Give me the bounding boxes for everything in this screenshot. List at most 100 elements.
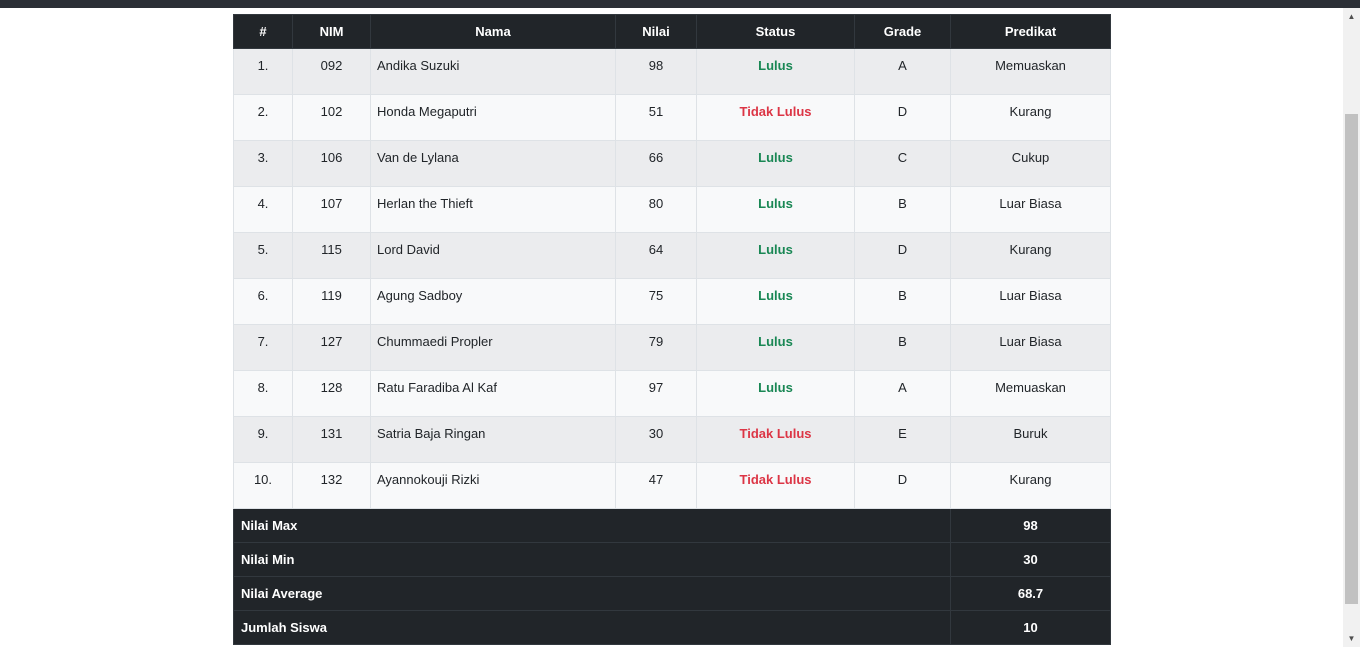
summary-label: Nilai Average [233, 576, 951, 611]
cell-nim: 131 [292, 416, 371, 463]
cell-nim: 115 [292, 232, 371, 279]
status-badge: Lulus [758, 150, 793, 165]
status-badge: Tidak Lulus [739, 104, 812, 119]
cell-nim: 106 [292, 140, 371, 187]
page-content: # NIM Nama Nilai Status Grade Predikat 1… [0, 8, 1343, 647]
summary-section: Nilai Max 98 Nilai Min 30 Nilai Average 68.7 J… [233, 508, 1111, 645]
status-badge: Tidak Lulus [739, 472, 812, 487]
cell-nama: Lord David [370, 232, 616, 279]
cell-number: 2. [233, 94, 293, 141]
cell-status: Lulus [696, 370, 855, 417]
browser-top-bar [0, 0, 1360, 8]
summary-value: 68.7 [950, 576, 1111, 611]
cell-nim: 127 [292, 324, 371, 371]
cell-grade: B [854, 324, 951, 371]
table-row: 7. 127 Chummaedi Propler 79 Lulus B Luar Biasa [233, 324, 1111, 371]
cell-predikat: Kurang [950, 232, 1111, 279]
summary-value: 10 [950, 610, 1111, 645]
cell-status: Tidak Lulus [696, 94, 855, 141]
cell-nilai: 97 [615, 370, 697, 417]
scroll-down-arrow-icon[interactable]: ▼ [1343, 630, 1360, 647]
status-badge: Tidak Lulus [739, 426, 812, 441]
cell-predikat: Memuaskan [950, 48, 1111, 95]
vertical-scrollbar[interactable]: ▲ ▼ [1343, 8, 1360, 647]
status-badge: Lulus [758, 334, 793, 349]
table-row: 1. 092 Andika Suzuki 98 Lulus A Memuaskan [233, 48, 1111, 95]
scrollbar-thumb[interactable] [1345, 114, 1358, 604]
cell-nilai: 75 [615, 278, 697, 325]
cell-nim: 092 [292, 48, 371, 95]
cell-predikat: Luar Biasa [950, 278, 1111, 325]
cell-number: 7. [233, 324, 293, 371]
cell-predikat: Cukup [950, 140, 1111, 187]
cell-nama: Chummaedi Propler [370, 324, 616, 371]
cell-nama: Satria Baja Ringan [370, 416, 616, 463]
table-body: 1. 092 Andika Suzuki 98 Lulus A Memuaskan 2. 102… [233, 48, 1111, 509]
cell-status: Lulus [696, 232, 855, 279]
cell-predikat: Luar Biasa [950, 324, 1111, 371]
summary-row: Nilai Min 30 [233, 542, 1111, 577]
cell-number: 8. [233, 370, 293, 417]
cell-grade: C [854, 140, 951, 187]
status-badge: Lulus [758, 58, 793, 73]
header-nim: NIM [292, 14, 371, 49]
cell-nilai: 51 [615, 94, 697, 141]
cell-nilai: 80 [615, 186, 697, 233]
cell-nama: Herlan the Thieft [370, 186, 616, 233]
table-row: 6. 119 Agung Sadboy 75 Lulus B Luar Biasa [233, 278, 1111, 325]
cell-number: 5. [233, 232, 293, 279]
header-nilai: Nilai [615, 14, 697, 49]
cell-nim: 119 [292, 278, 371, 325]
cell-nilai: 47 [615, 462, 697, 509]
header-predikat: Predikat [950, 14, 1111, 49]
cell-grade: D [854, 232, 951, 279]
table-header: # NIM Nama Nilai Status Grade Predikat [233, 14, 1111, 49]
cell-nim: 107 [292, 186, 371, 233]
table-row: 2. 102 Honda Megaputri 51 Tidak Lulus D Kurang [233, 94, 1111, 141]
summary-row: Nilai Average 68.7 [233, 576, 1111, 611]
status-badge: Lulus [758, 196, 793, 211]
status-badge: Lulus [758, 242, 793, 257]
cell-number: 4. [233, 186, 293, 233]
cell-nim: 132 [292, 462, 371, 509]
cell-number: 10. [233, 462, 293, 509]
cell-nilai: 66 [615, 140, 697, 187]
cell-number: 6. [233, 278, 293, 325]
cell-nilai: 79 [615, 324, 697, 371]
scroll-up-arrow-icon[interactable]: ▲ [1343, 8, 1360, 25]
grades-table: # NIM Nama Nilai Status Grade Predikat 1… [233, 14, 1111, 645]
cell-nilai: 98 [615, 48, 697, 95]
summary-label: Nilai Min [233, 542, 951, 577]
header-nama: Nama [370, 14, 616, 49]
cell-grade: B [854, 186, 951, 233]
cell-grade: E [854, 416, 951, 463]
summary-label: Jumlah Siswa [233, 610, 951, 645]
cell-nilai: 64 [615, 232, 697, 279]
summary-label: Nilai Max [233, 508, 951, 543]
summary-row: Jumlah Siswa 10 [233, 610, 1111, 645]
cell-grade: A [854, 370, 951, 417]
table-row: 3. 106 Van de Lylana 66 Lulus C Cukup [233, 140, 1111, 187]
cell-nama: Ayannokouji Rizki [370, 462, 616, 509]
cell-grade: D [854, 94, 951, 141]
cell-nama: Van de Lylana [370, 140, 616, 187]
cell-predikat: Buruk [950, 416, 1111, 463]
header-status: Status [696, 14, 855, 49]
cell-status: Tidak Lulus [696, 462, 855, 509]
cell-grade: A [854, 48, 951, 95]
status-badge: Lulus [758, 288, 793, 303]
cell-nama: Ratu Faradiba Al Kaf [370, 370, 616, 417]
cell-status: Lulus [696, 48, 855, 95]
header-row: # NIM Nama Nilai Status Grade Predikat [233, 14, 1111, 49]
table-row: 9. 131 Satria Baja Ringan 30 Tidak Lulus E Bur… [233, 416, 1111, 463]
status-badge: Lulus [758, 380, 793, 395]
cell-nama: Honda Megaputri [370, 94, 616, 141]
header-number: # [233, 14, 293, 49]
header-grade: Grade [854, 14, 951, 49]
cell-number: 9. [233, 416, 293, 463]
cell-number: 3. [233, 140, 293, 187]
cell-predikat: Memuaskan [950, 370, 1111, 417]
cell-predikat: Kurang [950, 462, 1111, 509]
summary-row: Nilai Max 98 [233, 508, 1111, 543]
cell-grade: B [854, 278, 951, 325]
